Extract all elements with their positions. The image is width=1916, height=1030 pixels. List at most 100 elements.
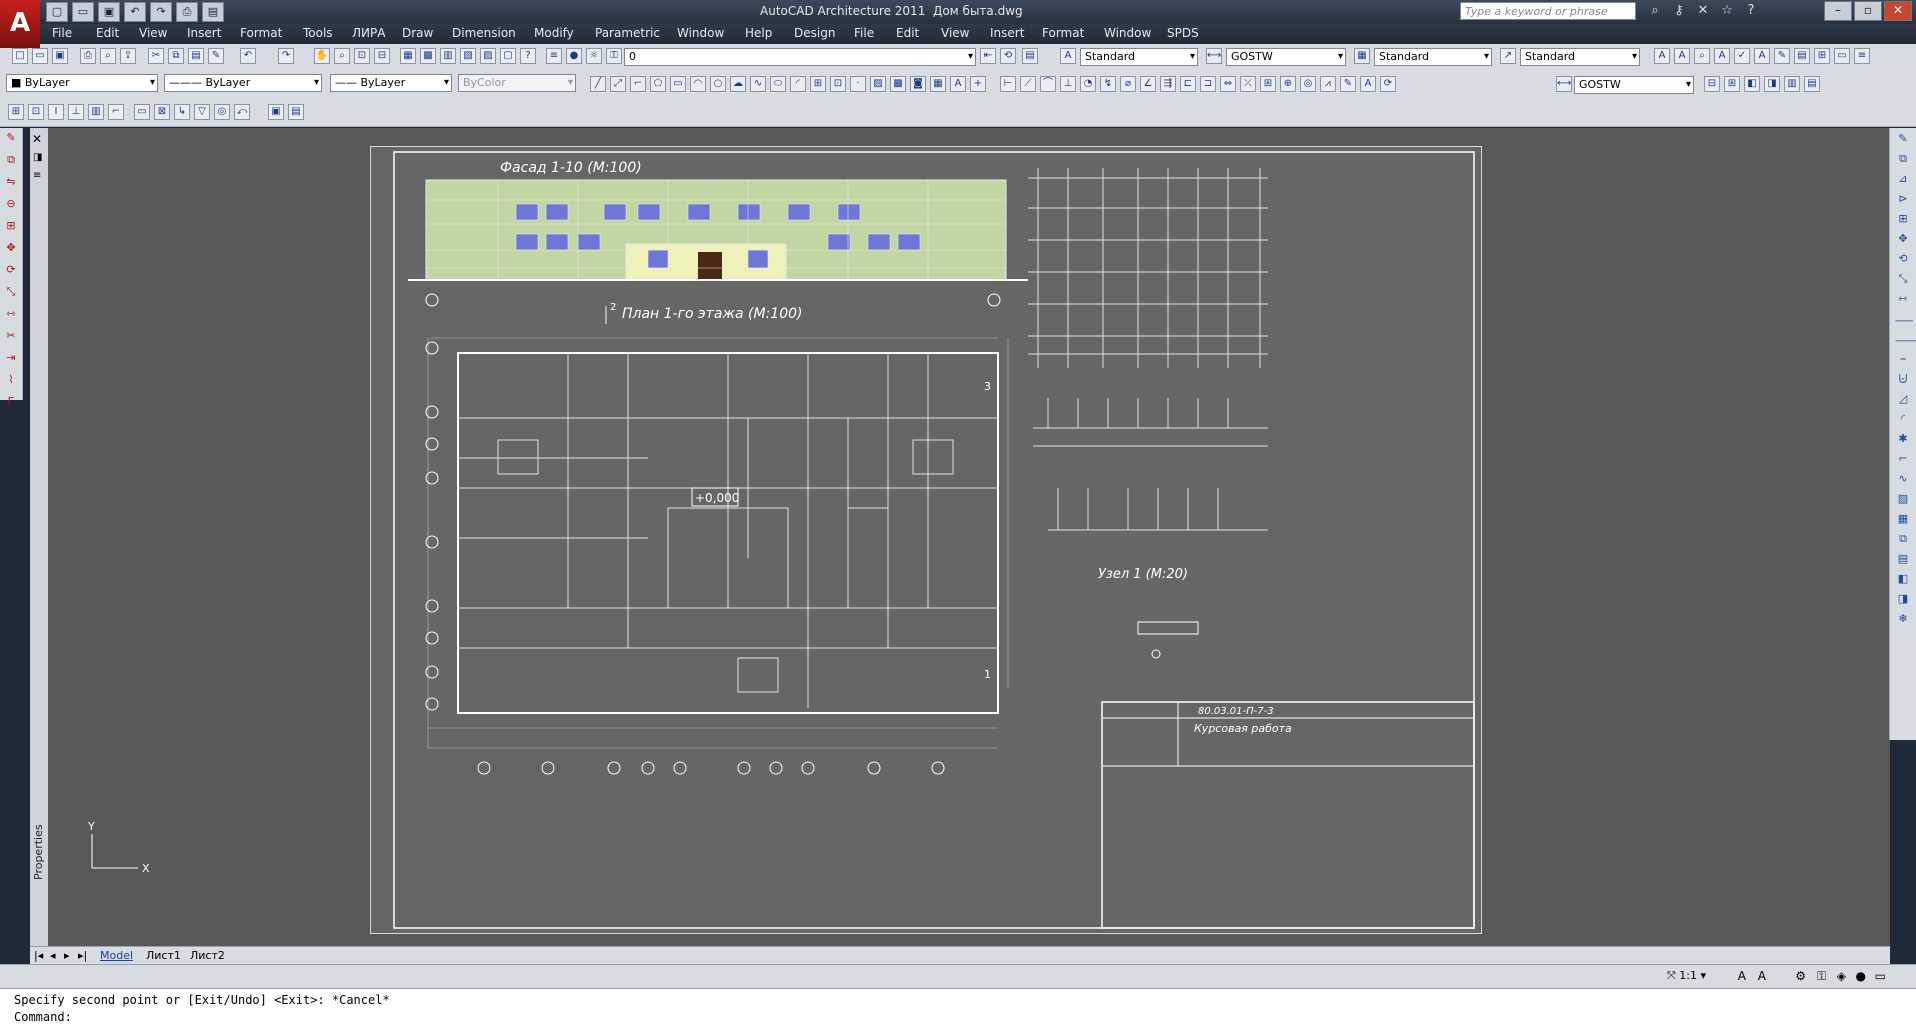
lock-icon[interactable]: ⚿ — [606, 48, 622, 64]
justify-text-icon[interactable]: A — [1754, 48, 1770, 64]
menu-window[interactable]: Window — [677, 26, 724, 40]
break-icon[interactable]: ⎯ — [1895, 352, 1911, 368]
revcloud-icon[interactable]: ☁ — [730, 76, 746, 92]
zoom-previous-icon[interactable]: ⊟ — [374, 48, 390, 64]
ellipse-icon[interactable]: ⬭ — [770, 76, 786, 92]
help-icon[interactable]: ? — [1742, 3, 1760, 19]
spds-node-icon[interactable]: ◎ — [214, 104, 230, 120]
color-dropdown[interactable]: ■ ByLayer — [6, 74, 158, 92]
spell-check-icon[interactable]: ✓ — [1734, 48, 1750, 64]
spds-icon-2[interactable]: ⊞ — [1724, 76, 1740, 92]
workspace-switch-icon[interactable]: ⚙ — [1795, 969, 1806, 983]
trim-icon[interactable]: ✂ — [3, 329, 19, 345]
calculator-icon[interactable]: ▢ — [500, 48, 516, 64]
menu-dimension[interactable]: Dimension — [452, 26, 516, 40]
menu-file-2[interactable]: File — [854, 26, 874, 40]
annotation-scale[interactable]: ⤧ 1:1 ▾ — [1667, 969, 1706, 983]
copy-icon[interactable]: ⧉ — [168, 48, 184, 64]
publish-icon[interactable]: ⇪ — [120, 48, 136, 64]
pencil-icon[interactable]: ✎ — [1895, 132, 1911, 148]
hardware-accel-icon[interactable]: ◈ — [1837, 969, 1846, 983]
menu-insert[interactable]: Insert — [187, 26, 221, 40]
text-icon[interactable]: A — [1654, 48, 1670, 64]
make-current-icon[interactable]: ⇤ — [980, 48, 996, 64]
annotation-visibility-icon[interactable]: A — [1738, 969, 1746, 983]
first-tab-icon[interactable]: |◂ — [34, 949, 43, 962]
menu-spds[interactable]: SPDS — [1167, 26, 1199, 40]
ellipse-arc-icon[interactable]: ◜ — [790, 76, 806, 92]
maximize-button[interactable]: ▫ — [1854, 1, 1882, 21]
radius-dim-icon[interactable]: ◔ — [1080, 76, 1096, 92]
snap-icon-1[interactable]: ⊞ — [8, 104, 24, 120]
stretch-icon[interactable]: ⇿ — [3, 307, 19, 323]
save-icon[interactable]: ▣ — [98, 2, 120, 22]
center-mark-icon[interactable]: ⊕ — [1280, 76, 1296, 92]
markup-icon[interactable]: ▨ — [480, 48, 496, 64]
find-icon[interactable]: ⌕ — [1694, 48, 1710, 64]
linear-dim-icon[interactable]: ⊢ — [1000, 76, 1016, 92]
save-icon[interactable]: ▣ — [52, 48, 68, 64]
edit-text-icon[interactable]: ✎ — [1774, 48, 1790, 64]
dim-style-dropdown[interactable]: GOSTW — [1226, 48, 1346, 66]
menu-format-2[interactable]: Format — [1042, 26, 1084, 40]
redo-icon[interactable]: ↷ — [150, 2, 172, 22]
print-icon[interactable]: ⎙ — [80, 48, 96, 64]
undo-icon[interactable]: ↶ — [124, 2, 146, 22]
circle-icon[interactable]: ○ — [710, 76, 726, 92]
dim-space-icon[interactable]: ⇔ — [1220, 76, 1236, 92]
trim-icon[interactable]: ⸺ — [1895, 312, 1913, 328]
menu-parametric[interactable]: Parametric — [595, 26, 660, 40]
menu-design[interactable]: Design — [794, 26, 835, 40]
lock-icon[interactable]: ⚿ — [1817, 969, 1826, 984]
fillet-icon[interactable]: ◜ — [1895, 412, 1911, 428]
menu-view[interactable]: View — [139, 26, 167, 40]
design-center-icon[interactable]: ▩ — [420, 48, 436, 64]
text-tools-icon[interactable]: ≡ — [1854, 48, 1870, 64]
aligned-dim-icon[interactable]: ⟋ — [1020, 76, 1036, 92]
offset-icon[interactable]: ⊳ — [1895, 192, 1911, 208]
close-icon[interactable]: ✕ — [32, 132, 42, 146]
new-icon[interactable]: □ — [12, 48, 28, 64]
menu-insert-2[interactable]: Insert — [990, 26, 1024, 40]
exchange-icon[interactable]: ✕ — [1694, 3, 1712, 19]
tab-model[interactable]: Model — [100, 949, 133, 962]
gradient-icon[interactable]: ▩ — [890, 76, 906, 92]
edit-hatch-icon[interactable]: ▨ — [1895, 492, 1911, 508]
make-block-icon[interactable]: ⊡ — [830, 76, 846, 92]
menu-format[interactable]: Format — [240, 26, 282, 40]
redo-icon[interactable]: ↷ — [278, 48, 294, 64]
zoom-window-icon[interactable]: ⊡ — [354, 48, 370, 64]
text-i-icon[interactable]: I — [48, 104, 64, 120]
draworder-icon[interactable]: ⧉ — [1895, 532, 1911, 548]
continue-dim-icon[interactable]: ⊐ — [1200, 76, 1216, 92]
menu-view-2[interactable]: View — [941, 26, 969, 40]
dim-edit-icon[interactable]: ✎ — [1340, 76, 1356, 92]
layer-previous-icon[interactable]: ⟲ — [1000, 48, 1016, 64]
layer-freeze-icon[interactable]: ❄ — [1895, 612, 1911, 628]
tool-palettes-icon[interactable]: ▥ — [440, 48, 456, 64]
add-selected-icon[interactable]: + — [970, 76, 986, 92]
menu-file[interactable]: File — [52, 26, 72, 40]
break-icon[interactable]: ⌇ — [3, 373, 19, 389]
menu-edit[interactable]: Edit — [96, 26, 119, 40]
array-icon[interactable]: ⊞ — [3, 219, 19, 235]
convert-text-icon[interactable]: ⊞ — [1814, 48, 1830, 64]
field-icon[interactable]: ▤ — [1794, 48, 1810, 64]
jogged-dim-icon[interactable]: ↯ — [1100, 76, 1116, 92]
spds-view-icon[interactable]: ▭ — [134, 104, 150, 120]
table-style-icon[interactable]: ▦ — [1354, 48, 1370, 64]
explode-icon[interactable]: ✱ — [1895, 432, 1911, 448]
last-tab-icon[interactable]: ▸| — [78, 949, 87, 962]
command-window[interactable]: Specify second point or [Exit/Undo] <Exi… — [0, 988, 1916, 1030]
match-properties-icon[interactable]: ✎ — [208, 48, 224, 64]
clean-screen-icon[interactable]: ▭ — [1875, 969, 1886, 983]
search-input[interactable]: Type a keyword or phrase — [1460, 2, 1636, 20]
extend-icon[interactable]: ⸻ — [1895, 332, 1916, 348]
paste-icon[interactable]: ▤ — [188, 48, 204, 64]
new-icon[interactable]: ▢ — [46, 2, 68, 22]
jogged-linear-icon[interactable]: ⩘ — [1320, 76, 1336, 92]
insert-block-icon[interactable]: ⊞ — [810, 76, 826, 92]
point-icon[interactable]: · — [850, 76, 866, 92]
mirror-icon[interactable]: ⊿ — [1895, 172, 1911, 188]
text-edit-icon[interactable]: A — [1674, 48, 1690, 64]
